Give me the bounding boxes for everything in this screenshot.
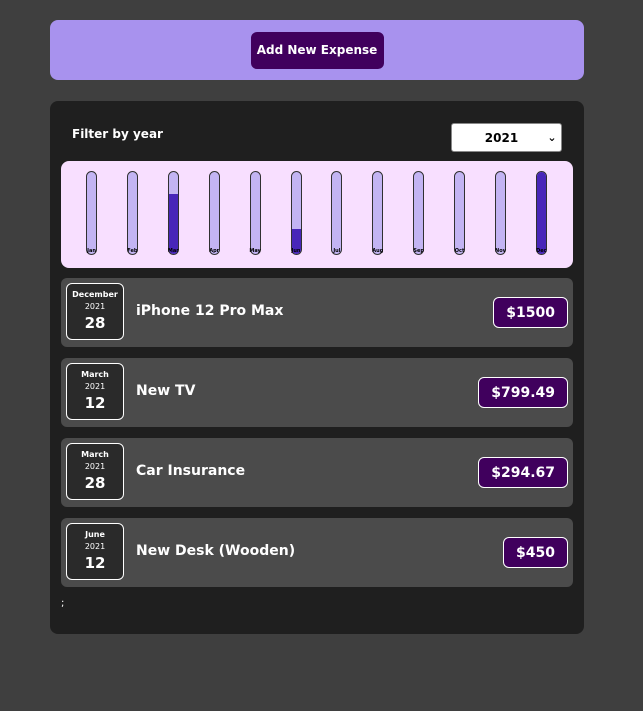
chart-bar-fill	[168, 194, 178, 254]
expense-item[interactable]: March 2021 28 Car Insurance $294.67	[61, 438, 573, 507]
expense-date-year: 2021	[84, 462, 106, 471]
stray-text: ;	[61, 598, 65, 609]
chart-bar-label: Jan	[87, 248, 96, 254]
chart-bar-track	[126, 171, 138, 255]
chart-bar-track	[372, 171, 384, 255]
chart-bar-track	[413, 171, 425, 255]
chart-bar-label: Oct	[454, 248, 465, 254]
expense-amount: $799.49	[478, 377, 568, 408]
chart-bar-track	[290, 171, 302, 255]
chart-bar-label: Mar	[167, 248, 179, 254]
chart-bar-track	[249, 171, 261, 255]
expense-amount: $1500	[493, 297, 568, 328]
chart-bar-label: Aug	[372, 248, 384, 254]
chart-bar-track	[167, 171, 179, 255]
expense-title: Car Insurance	[136, 463, 246, 479]
expense-date-year: 2021	[84, 302, 106, 311]
chart-bar-label: Sep	[413, 248, 424, 254]
chart-bar-track	[331, 171, 343, 255]
chart-bar-track	[208, 171, 220, 255]
expense-item[interactable]: June 2021 12 New Desk (Wooden) $450	[61, 518, 573, 587]
chart-bar-track	[454, 171, 466, 255]
add-new-expense-button[interactable]: Add New Expense	[250, 31, 384, 69]
expense-date-month: June	[85, 530, 105, 539]
expense-date-year: 2021	[84, 382, 106, 391]
year-select[interactable]: 2021 ⌄	[451, 123, 562, 152]
chart-bar-label: Apr	[209, 248, 220, 254]
chart-bar-label: Nov	[495, 248, 506, 254]
expense-title: iPhone 12 Pro Max	[136, 303, 284, 319]
chart-bar-fill	[536, 172, 546, 254]
expense-date-month: December	[72, 290, 118, 299]
expense-date-month: March	[81, 370, 109, 379]
chart-bar-label: May	[249, 248, 261, 254]
expenses-panel: Filter by year 2021 ⌄ Jan Feb Mar Apr May Jun…	[50, 101, 584, 634]
expense-date: March 2021 12	[66, 363, 124, 420]
new-expense-panel: Add New Expense	[50, 20, 584, 80]
chart-bar-label: Jul	[333, 248, 341, 254]
expenses-chart: Jan Feb Mar Apr May Jun Jul Aug Sep Oct Nov Dec	[61, 161, 573, 268]
expense-title: New TV	[136, 383, 196, 399]
expense-date-day: 28	[84, 314, 106, 332]
expense-date: December 2021 28	[66, 283, 124, 340]
expense-date: March 2021 28	[66, 443, 124, 500]
filter-label: Filter by year	[72, 127, 163, 141]
chart-bar-track	[86, 171, 97, 255]
chart-bar-track	[535, 171, 547, 255]
expense-amount: $450	[503, 537, 568, 568]
expenses-filter: Filter by year 2021 ⌄	[72, 123, 562, 152]
chart-bar-track	[495, 171, 506, 255]
chart-bar-label: Jun	[291, 248, 301, 254]
year-select-value: 2021	[484, 130, 519, 145]
expense-date: June 2021 12	[66, 523, 124, 580]
expense-date-day: 28	[84, 474, 106, 492]
expense-title: New Desk (Wooden)	[136, 543, 296, 559]
expense-date-day: 12	[84, 394, 106, 412]
expense-item[interactable]: December 2021 28 iPhone 12 Pro Max $1500	[61, 278, 573, 347]
expense-date-month: March	[81, 450, 109, 459]
expense-date-year: 2021	[84, 542, 106, 551]
chevron-down-icon: ⌄	[547, 131, 557, 144]
expense-amount: $294.67	[478, 457, 568, 488]
chart-bar-label: Dec	[536, 248, 547, 254]
chart-bar-label: Feb	[127, 248, 138, 254]
expense-date-day: 12	[84, 554, 106, 572]
expense-item[interactable]: March 2021 12 New TV $799.49	[61, 358, 573, 427]
